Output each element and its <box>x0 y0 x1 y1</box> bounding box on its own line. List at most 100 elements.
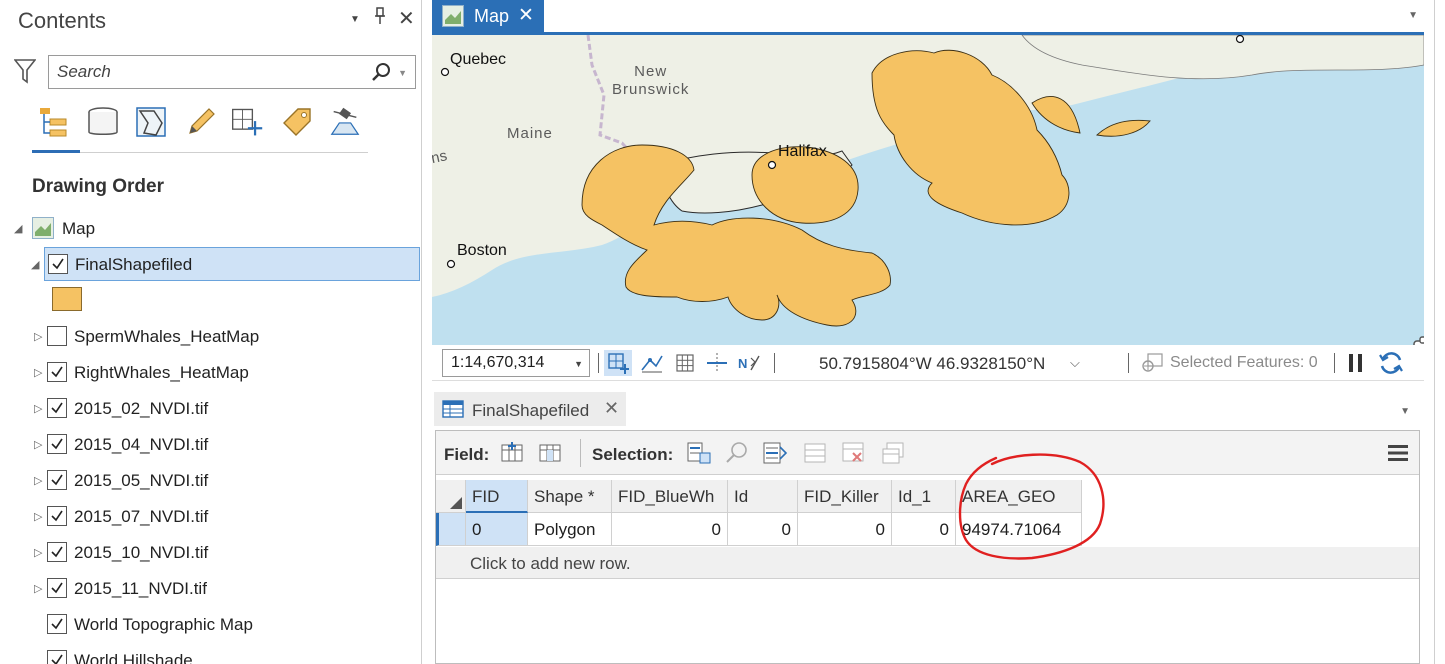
expand-icon[interactable]: ▷ <box>34 438 42 451</box>
layer-visibility-checkbox[interactable] <box>47 326 67 346</box>
table-row[interactable]: 0 Polygon 0 0 0 0 94974.71064 <box>436 513 1419 546</box>
select-all-icon[interactable] <box>450 494 462 512</box>
layer-row-2015-10[interactable]: ▷ 2015_10_NVDI.tif <box>8 536 422 570</box>
column-header-area-geo[interactable]: AREA_GEO <box>956 480 1082 513</box>
search-icon[interactable] <box>371 62 391 87</box>
row-selector[interactable] <box>436 513 466 546</box>
list-by-snapping-icon[interactable] <box>230 104 264 140</box>
layer-visibility-checkbox[interactable] <box>47 542 67 562</box>
layer-row-2015-11[interactable]: ▷ 2015_11_NVDI.tif <box>8 572 422 606</box>
layer-visibility-checkbox[interactable] <box>47 614 67 634</box>
delete-selection-icon[interactable] <box>840 440 866 466</box>
layer-row-2015-05[interactable]: ▷ 2015_05_NVDI.tif <box>8 464 422 498</box>
search-input[interactable] <box>49 56 349 88</box>
cell-id[interactable]: 0 <box>728 513 798 546</box>
tab-map[interactable]: Map ✕ <box>432 0 544 32</box>
selected-features-icon[interactable] <box>1138 350 1166 376</box>
polygon-symbol-swatch[interactable] <box>52 287 82 311</box>
layer-visibility-checkbox[interactable] <box>47 578 67 598</box>
layer-row-2015-02[interactable]: ▷ 2015_02_NVDI.tif <box>8 392 422 426</box>
close-pane-icon[interactable]: ✕ <box>398 6 415 31</box>
close-tab-icon[interactable]: ✕ <box>604 398 619 419</box>
cell-area-geo[interactable]: 94974.71064 <box>956 513 1082 546</box>
layer-row-world-topographic[interactable]: World Topographic Map <box>8 608 422 642</box>
tab-menu-caret-icon[interactable]: ▼ <box>1400 406 1410 417</box>
list-by-perspective-imagery-icon[interactable] <box>328 104 362 140</box>
right-pane-collapsed[interactable] <box>1434 0 1445 664</box>
pane-options-icon[interactable]: ▼ <box>350 14 360 25</box>
pause-drawing-icon[interactable] <box>1344 350 1368 376</box>
switch-selection-icon[interactable] <box>762 440 788 466</box>
search-options-caret-icon[interactable]: ▼ <box>398 68 407 78</box>
pin-icon[interactable] <box>374 7 386 30</box>
list-by-selection-icon[interactable] <box>134 104 168 140</box>
layer-visibility-checkbox[interactable] <box>47 470 67 490</box>
column-header-shape[interactable]: Shape * <box>528 480 612 513</box>
expand-icon[interactable]: ▷ <box>34 474 42 487</box>
cell-shape[interactable]: Polygon <box>528 513 612 546</box>
grid-icon[interactable] <box>672 350 698 376</box>
layer-row-finalshapefiled[interactable]: ◢ FinalShapefiled <box>31 247 420 281</box>
list-by-editing-icon[interactable] <box>184 104 218 140</box>
snapping-icon[interactable] <box>638 350 666 376</box>
add-new-row[interactable]: Click to add new row. <box>436 547 1419 579</box>
list-by-drawing-order-icon[interactable] <box>36 104 70 140</box>
cell-id-1[interactable]: 0 <box>892 513 956 546</box>
coordinate-format-caret-icon[interactable]: ⌵ <box>1070 355 1080 371</box>
constraints-icon[interactable] <box>704 350 730 376</box>
fixed-zoom-icon[interactable] <box>604 350 632 376</box>
expand-icon[interactable]: ▷ <box>34 330 42 343</box>
map-canvas[interactable]: Quebec New Brunswick Maine Halifax Bosto… <box>432 35 1424 345</box>
expand-icon[interactable]: ▷ <box>34 582 42 595</box>
layer-visibility-checkbox[interactable] <box>48 254 68 274</box>
layer-visibility-checkbox[interactable] <box>47 362 67 382</box>
layer-row-spermwhales[interactable]: ▷ SpermWhales_HeatMap <box>8 320 422 354</box>
layer-row-rightwhales[interactable]: ▷ RightWhales_HeatMap <box>8 356 422 390</box>
layer-visibility-checkbox[interactable] <box>47 650 67 664</box>
column-header-fid-bluewh[interactable]: FID_BlueWh <box>612 480 728 513</box>
layer-label: 2015_02_NVDI.tif <box>74 399 209 418</box>
search-field[interactable]: ▼ <box>48 55 416 89</box>
collapse-icon[interactable]: ◢ <box>14 222 22 235</box>
tab-finalshapefiled-table[interactable]: FinalShapefiled ✕ <box>434 392 626 426</box>
expand-icon[interactable]: ▷ <box>34 366 42 379</box>
column-header-fid[interactable]: FID <box>466 480 528 513</box>
column-header-id[interactable]: Id <box>728 480 798 513</box>
refresh-icon[interactable] <box>1376 350 1406 376</box>
north-rotation-icon[interactable]: N <box>736 350 764 376</box>
contents-pane: Contents ▼ ✕ ▼ <box>8 0 422 664</box>
arcgis-pro-window: Contents ▼ ✕ ▼ <box>0 0 1445 664</box>
expand-icon[interactable]: ▷ <box>34 510 42 523</box>
column-header-id-1[interactable]: Id_1 <box>892 480 956 513</box>
layer-visibility-checkbox[interactable] <box>47 434 67 454</box>
map-view-tabbar: Map ✕ ▼ <box>432 0 1432 32</box>
layer-visibility-checkbox[interactable] <box>47 398 67 418</box>
layer-row-2015-07[interactable]: ▷ 2015_07_NVDI.tif <box>8 500 422 534</box>
layer-visibility-checkbox[interactable] <box>47 506 67 526</box>
filter-icon[interactable] <box>13 58 37 89</box>
table-options-menu-icon[interactable] <box>1387 443 1409 468</box>
select-by-attributes-icon[interactable] <box>686 440 712 466</box>
divider <box>580 439 581 467</box>
cell-fid-bluewh[interactable]: 0 <box>612 513 728 546</box>
clear-selection-icon[interactable] <box>802 440 828 466</box>
close-tab-icon[interactable]: ✕ <box>518 4 534 27</box>
expand-icon[interactable]: ▷ <box>34 402 42 415</box>
layer-row-2015-04[interactable]: ▷ 2015_04_NVDI.tif <box>8 428 422 462</box>
map-tree-item[interactable]: ◢ Map <box>8 212 422 246</box>
calculate-field-icon[interactable] <box>538 440 564 466</box>
zoom-to-selection-icon[interactable] <box>724 440 750 466</box>
layer-row-world-hillshade[interactable]: World Hillshade <box>8 644 422 664</box>
list-by-data-source-icon[interactable] <box>86 104 120 140</box>
column-header-fid-killer[interactable]: FID_Killer <box>798 480 892 513</box>
tab-menu-caret-icon[interactable]: ▼ <box>1408 10 1418 21</box>
copy-selection-icon[interactable] <box>880 440 906 466</box>
list-by-labeling-icon[interactable] <box>280 104 314 140</box>
cell-fid[interactable]: 0 <box>466 513 528 546</box>
expand-icon[interactable]: ▷ <box>34 546 42 559</box>
collapse-icon[interactable]: ◢ <box>31 258 39 271</box>
add-field-icon[interactable] <box>500 440 526 466</box>
scale-dropdown[interactable]: 1:14,670,314 ▼ <box>442 349 590 377</box>
header-corner[interactable] <box>436 480 466 513</box>
cell-fid-killer[interactable]: 0 <box>798 513 892 546</box>
